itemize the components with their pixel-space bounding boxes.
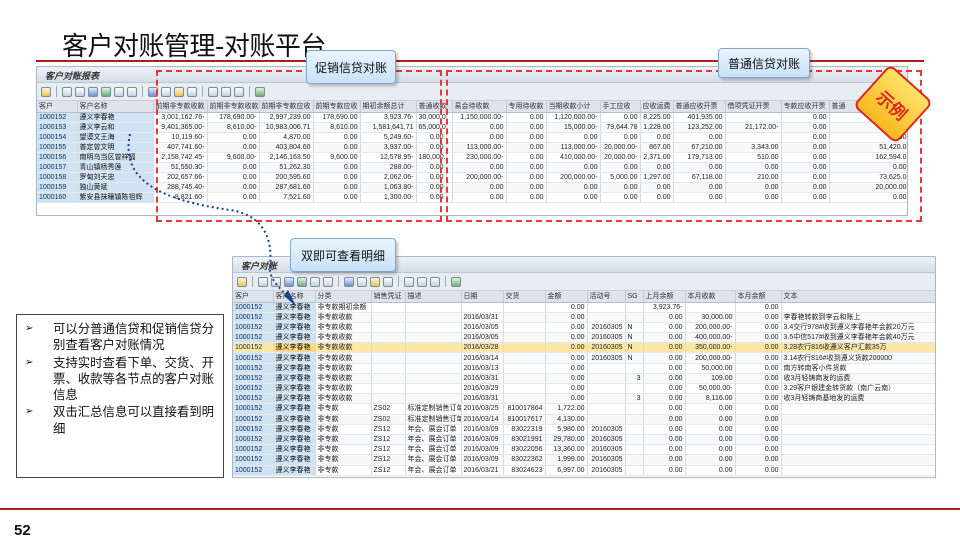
detail-view-callout: 双即可查看明细 (290, 238, 396, 272)
bullet-item: ➢ 双击汇总信息可以直接看到明细 (25, 404, 215, 437)
bullet-arrow-icon: ➢ (25, 323, 34, 334)
bullet-arrow-icon: ➢ (25, 406, 34, 418)
bullet-text: 支持实时查看下单、交货、开票、收款等各节点的客户对账信息 (53, 354, 215, 403)
bullet-text: 双击汇总信息可以直接看到明细 (53, 404, 215, 436)
promo-credit-callout: 促销信贷对账 (306, 50, 396, 84)
normal-credit-callout: 普通信贷对账 (718, 48, 810, 78)
footer-rule (0, 508, 960, 510)
page-number: 52 (14, 522, 31, 539)
bullet-item: ➢ 可以分普通信贷和促销信贷分别查看客户对账情况 (25, 321, 215, 354)
feature-bullet-box: ➢ 可以分普通信贷和促销信贷分别查看客户对账情况 ➢ 支持实时查看下单、交货、开… (16, 314, 224, 478)
bullet-arrow-icon: ➢ (25, 356, 34, 368)
bullet-text: 可以分普通信贷和促销信贷分别查看客户对账情况 (53, 321, 215, 353)
bullet-item: ➢ 支持实时查看下单、交货、开票、收款等各节点的客户对账信息 (25, 355, 215, 404)
